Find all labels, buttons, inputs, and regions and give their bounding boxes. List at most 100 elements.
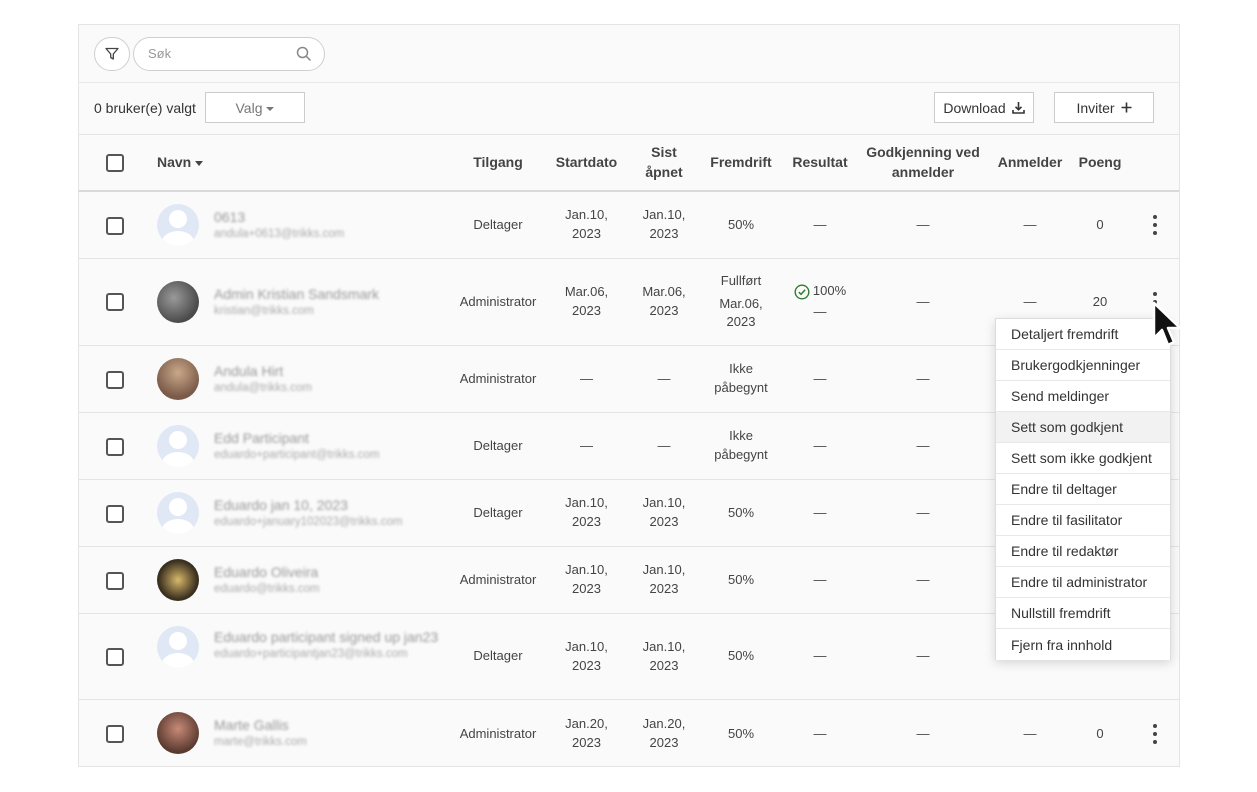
avatar <box>157 559 199 601</box>
last-opened-cell: Jan.20, 2023 <box>642 716 686 750</box>
user-name-block[interactable]: Andula Hirt andula@trikks.com <box>214 361 444 394</box>
table-row[interactable]: 0613 andula+0613@trikks.com Deltager Jan… <box>79 192 1179 259</box>
result-cell: 100% — <box>785 259 855 345</box>
progress-cell: 50% <box>727 648 755 664</box>
download-label: Download <box>943 99 1006 116</box>
filter-button[interactable] <box>94 37 130 71</box>
menu-item-user-approvals[interactable]: Brukergodkjenninger <box>996 350 1170 381</box>
row-checkbox[interactable] <box>106 217 124 235</box>
avatar <box>157 626 199 668</box>
column-start[interactable]: Startdato <box>549 135 624 190</box>
avatar <box>157 712 199 754</box>
result-cell: — <box>813 648 827 664</box>
search-input[interactable] <box>148 46 288 61</box>
column-name[interactable]: Navn <box>157 135 277 190</box>
progress-cell: 50% <box>727 725 755 741</box>
start-date-cell: Jan.10, 2023 <box>565 495 608 529</box>
last-opened-cell: — <box>657 437 671 453</box>
user-name: 0613 <box>214 209 246 225</box>
approval-cell: — <box>916 648 930 664</box>
user-name-block[interactable]: Edd Participant eduardo+participant@trik… <box>214 428 444 461</box>
progress-cell: 50% <box>727 504 755 520</box>
download-button[interactable]: Download <box>934 92 1034 123</box>
valg-dropdown[interactable]: Valg <box>205 92 305 123</box>
menu-item-set-approved[interactable]: Sett som godkjent <box>996 412 1170 443</box>
result-cell: — <box>813 504 827 520</box>
table-header: Navn Tilgang Startdato Sist åpnet Fremdr… <box>79 135 1179 192</box>
result-cell: — <box>813 725 827 741</box>
invite-button[interactable]: Inviter <box>1054 92 1154 123</box>
last-opened-cell: Jan.10, 2023 <box>642 495 686 529</box>
user-name-block[interactable]: Eduardo Oliveira eduardo@trikks.com <box>214 562 444 595</box>
row-checkbox[interactable] <box>106 371 124 389</box>
row-checkbox[interactable] <box>106 505 124 523</box>
avatar <box>157 281 199 323</box>
user-name-block[interactable]: Eduardo jan 10, 2023 eduardo+january1020… <box>214 495 444 528</box>
column-points[interactable]: Poeng <box>1072 135 1128 190</box>
menu-item-reset-progress[interactable]: Nullstill fremdrift <box>996 598 1170 629</box>
access-cell: Administrator <box>459 293 537 309</box>
avatar <box>157 204 199 246</box>
menu-item-change-to-facilitator[interactable]: Endre til fasilitator <box>996 505 1170 536</box>
table-row[interactable]: Marte Gallis marte@trikks.com Administra… <box>79 700 1179 766</box>
result-cell: — <box>813 216 827 232</box>
row-checkbox[interactable] <box>106 572 124 590</box>
reviewer-cell: — <box>1023 216 1037 232</box>
column-reviewer[interactable]: Anmelder <box>992 135 1068 190</box>
row-checkbox[interactable] <box>106 293 124 311</box>
last-opened-cell: Jan.10, 2023 <box>642 207 686 241</box>
progress-cell: Fullført Mar.06, 2023 <box>706 259 776 345</box>
column-last-opened[interactable]: Sist åpnet <box>634 135 694 190</box>
access-cell: Administrator <box>459 725 537 741</box>
selected-count: 0 bruker(e) valgt <box>94 100 196 116</box>
points-cell: 0 <box>1096 216 1104 232</box>
row-checkbox[interactable] <box>106 725 124 743</box>
user-name-block[interactable]: Marte Gallis marte@trikks.com <box>214 715 444 748</box>
approval-cell: — <box>916 437 930 453</box>
progress-date: Mar.06, 2023 <box>719 295 763 330</box>
progress-cell: Ikke påbegynt <box>714 428 768 462</box>
column-name-label: Navn <box>157 153 192 170</box>
user-email: eduardo+participant@trikks.com <box>214 449 380 461</box>
result-cell: — <box>813 571 827 587</box>
menu-item-change-to-participant[interactable]: Endre til deltager <box>996 474 1170 505</box>
menu-item-remove-from-content[interactable]: Fjern fra innhold <box>996 629 1170 660</box>
column-access[interactable]: Tilgang <box>453 135 543 190</box>
last-opened-cell: Jan.10, 2023 <box>642 562 686 596</box>
row-checkbox[interactable] <box>106 438 124 456</box>
user-email: eduardo@trikks.com <box>214 583 320 595</box>
user-name: Edd Participant <box>214 430 309 446</box>
menu-item-detailed-progress[interactable]: Detaljert fremdrift <box>996 319 1170 350</box>
caret-down-icon <box>266 106 275 111</box>
select-all-checkbox[interactable] <box>106 154 124 172</box>
access-cell: Deltager <box>473 437 523 453</box>
menu-item-change-to-admin[interactable]: Endre til administrator <box>996 567 1170 598</box>
column-progress[interactable]: Fremdrift <box>706 135 776 190</box>
row-menu-icon[interactable] <box>1147 724 1163 744</box>
mouse-cursor-icon <box>1152 301 1182 347</box>
user-name-block[interactable]: Eduardo participant signed up jan23 edua… <box>214 627 439 660</box>
menu-item-send-messages[interactable]: Send meldinger <box>996 381 1170 412</box>
row-checkbox[interactable] <box>106 648 124 666</box>
user-email: eduardo+january102023@trikks.com <box>214 516 403 528</box>
access-cell: Administrator <box>459 571 537 587</box>
user-email: kristian@trikks.com <box>214 305 314 317</box>
user-name-block[interactable]: Admin Kristian Sandsmark kristian@trikks… <box>214 284 444 317</box>
user-name: Eduardo jan 10, 2023 <box>214 497 348 513</box>
search-field[interactable] <box>133 37 325 71</box>
approval-cell: — <box>916 293 930 309</box>
start-date-cell: Jan.20, 2023 <box>565 716 608 750</box>
start-date-cell: — <box>580 437 593 453</box>
valg-label: Valg <box>235 99 263 116</box>
menu-item-set-not-approved[interactable]: Sett som ikke godkjent <box>996 443 1170 474</box>
menu-item-change-to-editor[interactable]: Endre til redaktør <box>996 536 1170 567</box>
progress-cell: 50% <box>727 216 755 232</box>
column-result[interactable]: Resultat <box>785 135 855 190</box>
column-approval[interactable]: Godkjenning ved anmelder <box>864 135 982 190</box>
user-name-block[interactable]: 0613 andula+0613@trikks.com <box>214 207 444 240</box>
user-email: andula+0613@trikks.com <box>214 228 345 240</box>
search-icon[interactable] <box>296 46 312 62</box>
start-date-cell: — <box>580 370 593 386</box>
avatar <box>157 492 199 534</box>
row-menu-icon[interactable] <box>1147 215 1163 235</box>
